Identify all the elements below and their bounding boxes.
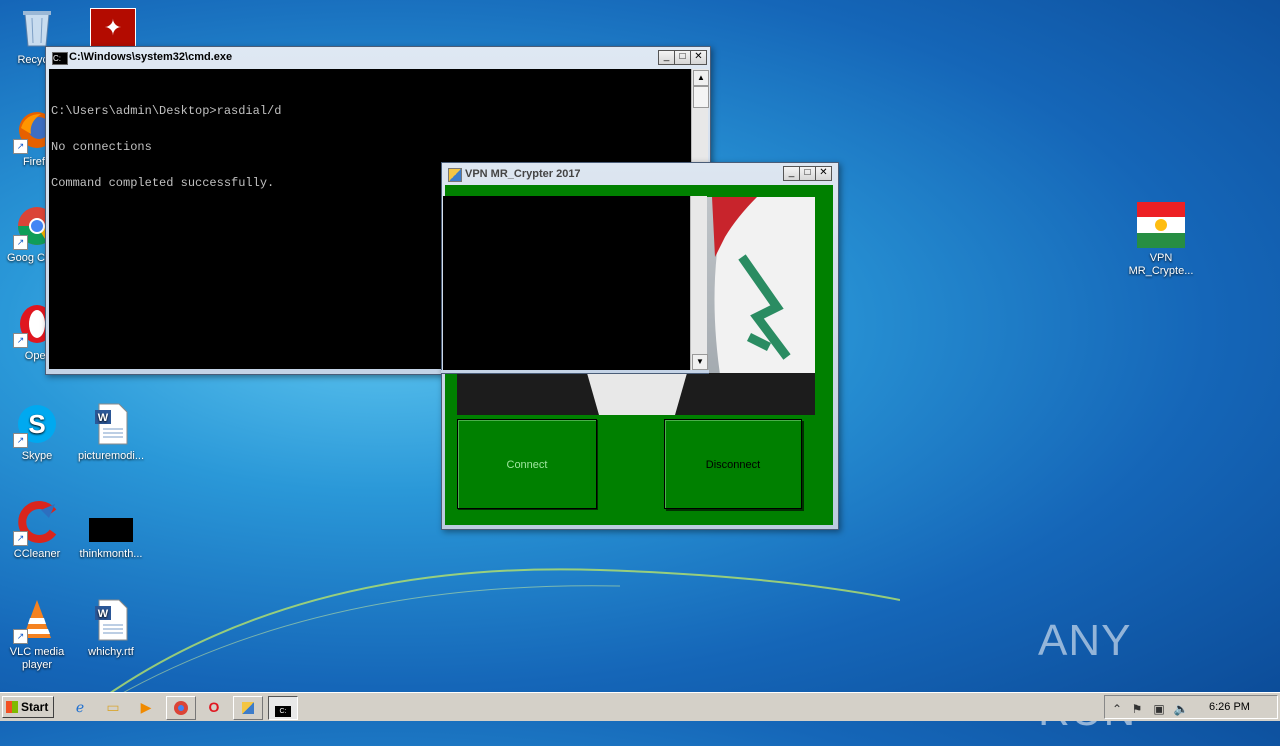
desktop-icon-label: picturemodi... <box>77 450 145 462</box>
console-line: C:\Users\admin\Desktop>rasdial/d <box>51 104 282 118</box>
desktop-icon-label: Skype <box>21 450 53 462</box>
network-icon[interactable]: ▣ <box>1151 702 1167 716</box>
skype-icon: S ↗ <box>13 402 59 448</box>
desktop-icon-skype[interactable]: S ↗ Skype <box>2 402 72 463</box>
close-button[interactable]: ✕ <box>815 166 832 181</box>
desktop-icon-vpn[interactable]: VPN MR_Crypte... <box>1126 202 1196 278</box>
scroll-thumb[interactable] <box>693 86 709 108</box>
start-label: Start <box>21 700 49 714</box>
word-doc-icon: W <box>89 402 133 446</box>
vpn-app-icon <box>448 168 462 182</box>
disconnect-button[interactable]: Disconnect <box>664 419 802 509</box>
cmd-window-border <box>441 370 709 374</box>
cmd-title: C:\Windows\system32\cmd.exe <box>69 51 233 63</box>
disconnect-button-label: Disconnect <box>705 459 761 471</box>
clock[interactable]: 6:26 PM <box>1209 701 1250 713</box>
cmd-app-icon: C: <box>275 706 291 717</box>
minimize-button[interactable]: _ <box>783 166 800 181</box>
close-button[interactable]: ✕ <box>690 50 707 65</box>
system-tray: ⌃ ⚑ ▣ 🔈 6:26 PM <box>1104 695 1278 719</box>
explorer-folder-icon[interactable]: ▭ <box>99 696 127 718</box>
connect-button-label: Connect <box>506 459 548 471</box>
connect-button[interactable]: Connect <box>457 419 597 509</box>
cmd-app-icon: C: <box>52 52 68 65</box>
recycle-bin-icon <box>15 6 59 50</box>
chrome-taskbar-icon[interactable] <box>166 696 196 720</box>
svg-text:S: S <box>28 409 45 439</box>
desktop-icon-label: VPN MR_Crypte... <box>1128 252 1194 277</box>
anyrun-watermark: ANY RUN <box>1038 616 1135 735</box>
windows-logo-icon <box>6 701 18 713</box>
acrobat-icon: ✦ <box>103 15 123 40</box>
vpn-title-bar[interactable]: VPN MR_Crypter 2017 _ □ ✕ <box>442 163 838 185</box>
wallpaper-swoosh <box>99 568 900 700</box>
maximize-button[interactable]: □ <box>674 50 691 65</box>
cmd-taskbar-button[interactable]: C: <box>268 696 298 720</box>
cmd-scrollbar-overlay[interactable]: ▼ <box>690 196 708 370</box>
kurdistan-flag-icon <box>1137 202 1185 248</box>
vpn-app-icon <box>242 702 254 714</box>
desktop-icon-acrobat[interactable]: ✦ <box>90 8 136 50</box>
media-player-icon[interactable]: ▶ <box>132 696 160 718</box>
cmd-console-overlay[interactable] <box>443 196 690 370</box>
svg-text:W: W <box>98 412 109 424</box>
taskbar: Start ℯ ▭ ▶ O C: ⌃ ⚑ ▣ 🔈 6:26 PM <box>0 692 1280 721</box>
vpn-taskbar-button[interactable] <box>233 696 263 720</box>
minimize-button[interactable]: _ <box>658 50 675 65</box>
opera-taskbar-icon[interactable]: O <box>200 696 228 718</box>
desktop-icon-picturemodi[interactable]: W picturemodi... <box>76 402 146 463</box>
internet-explorer-icon[interactable]: ℯ <box>66 696 94 718</box>
scroll-up-arrow-icon[interactable]: ▲ <box>693 70 709 86</box>
start-button[interactable]: Start <box>2 696 54 718</box>
volume-icon[interactable]: 🔈 <box>1173 702 1189 716</box>
console-line: No connections <box>51 140 152 154</box>
show-hidden-icons-icon[interactable]: ⌃ <box>1109 702 1125 716</box>
cmd-title-bar[interactable]: C: C:\Windows\system32\cmd.exe _ □ ✕ <box>46 47 710 69</box>
action-center-flag-icon[interactable]: ⚑ <box>1129 702 1145 716</box>
maximize-button[interactable]: □ <box>799 166 816 181</box>
vpn-title: VPN MR_Crypter 2017 <box>465 168 581 180</box>
scroll-down-arrow-icon[interactable]: ▼ <box>692 354 708 370</box>
